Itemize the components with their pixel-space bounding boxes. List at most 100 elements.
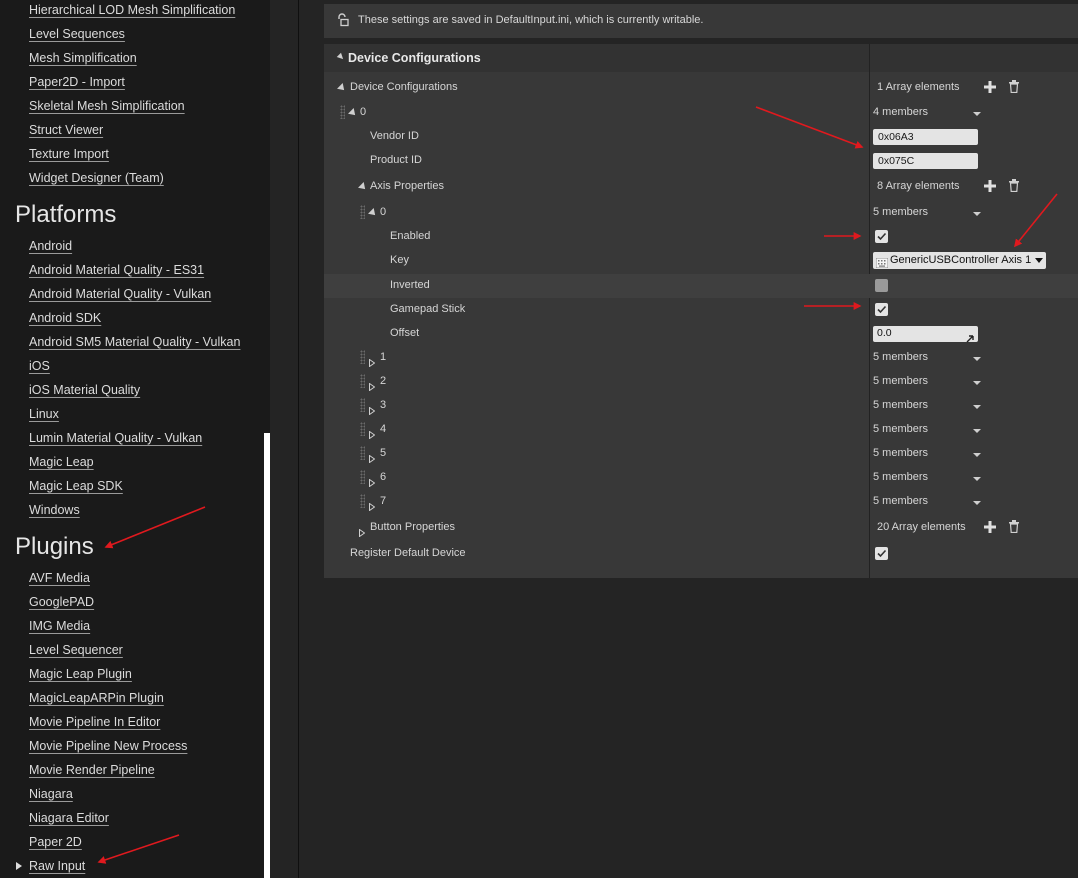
member-count: 5 members (873, 495, 929, 507)
inverted-checkbox[interactable] (875, 279, 888, 292)
sidebar-link-movie-render-pipeline[interactable]: Movie Render Pipeline (29, 761, 155, 781)
sidebar-link-movie-pipeline-new-process[interactable]: Movie Pipeline New Process (29, 737, 187, 757)
section-header[interactable]: Device Configurations (324, 44, 1078, 72)
element-index: 6 (380, 471, 387, 483)
member-count: 4 members (873, 106, 929, 118)
sidebar-link-android-mq-es31[interactable]: Android Material Quality - ES31 (29, 261, 204, 281)
collapse-arrow-icon[interactable] (336, 52, 346, 62)
sidebar-link-level-sequencer[interactable]: Level Sequencer (29, 641, 123, 661)
chevron-down-icon[interactable] (973, 501, 981, 505)
chevron-down-icon[interactable] (973, 112, 981, 116)
sidebar-link-android[interactable]: Android (29, 237, 72, 257)
trash-icon[interactable] (1008, 80, 1020, 98)
sidebar-link-paper-2d[interactable]: Paper 2D (29, 833, 82, 853)
collapse-arrow-icon[interactable] (337, 83, 347, 93)
offset-field[interactable]: 0.0 (873, 326, 978, 343)
row-enabled: Enabled (324, 225, 1078, 249)
sidebar-link-android-mq-vulkan[interactable]: Android Material Quality - Vulkan (29, 285, 211, 305)
chevron-down-icon[interactable] (973, 212, 981, 216)
array-count: 8 Array elements (877, 180, 960, 192)
collapse-arrow-icon[interactable] (348, 108, 358, 118)
element-index: 0 (360, 106, 367, 118)
collapse-arrow-icon[interactable] (368, 208, 378, 218)
sidebar-link-magic-leap-plugin[interactable]: Magic Leap Plugin (29, 665, 132, 685)
sidebar-link-magic-leap-sdk[interactable]: Magic Leap SDK (29, 477, 123, 497)
row-register-default-device: Register Default Device (324, 542, 1078, 566)
sidebar-link-struct-viewer[interactable]: Struct Viewer (29, 121, 103, 141)
register-default-device-label: Register Default Device (350, 547, 466, 559)
sidebar-link-widget-designer-team[interactable]: Widget Designer (Team) (29, 169, 164, 189)
drag-handle-icon[interactable] (360, 398, 365, 412)
sidebar-link-skeletal-mesh-simplification[interactable]: Skeletal Mesh Simplification (29, 97, 185, 117)
sidebar-link-raw-input[interactable]: Raw Input (29, 857, 85, 877)
product-id-field[interactable]: 0x075C (873, 153, 978, 169)
register-default-device-checkbox[interactable] (875, 547, 888, 560)
drag-handle-icon[interactable] (360, 494, 365, 508)
drag-handle-icon[interactable] (360, 446, 365, 460)
element-index: 2 (380, 375, 387, 387)
collapse-arrow-icon[interactable] (358, 182, 368, 192)
element-index: 5 (380, 447, 387, 459)
sidebar-link-texture-import[interactable]: Texture Import (29, 145, 109, 165)
row-axis-5: 5 5 members (324, 442, 1078, 466)
sidebar-link-paper2d-import[interactable]: Paper2D - Import (29, 73, 125, 93)
gamepad-stick-checkbox[interactable] (875, 303, 888, 316)
key-value: GenericUSBController Axis 1 (890, 254, 1032, 266)
sidebar-link-magicleaparpin-plugin[interactable]: MagicLeapARPin Plugin (29, 689, 164, 709)
add-element-icon[interactable] (984, 179, 996, 197)
drag-handle-icon[interactable] (340, 105, 345, 119)
drag-handle-icon[interactable] (360, 350, 365, 364)
row-axis-0: 0 5 members (324, 201, 1078, 225)
sidebar-link-mesh-simplification[interactable]: Mesh Simplification (29, 49, 137, 69)
chevron-down-icon[interactable] (973, 405, 981, 409)
sidebar-link-avf-media[interactable]: AVF Media (29, 569, 90, 589)
splitter[interactable] (270, 0, 299, 878)
sidebar-link-img-media[interactable]: IMG Media (29, 617, 90, 637)
vendor-id-field[interactable]: 0x06A3 (873, 129, 978, 145)
drag-handle-icon[interactable] (360, 374, 365, 388)
element-index: 1 (380, 351, 387, 363)
chevron-down-icon[interactable] (973, 453, 981, 457)
enabled-checkbox[interactable] (875, 230, 888, 243)
drag-handle-icon[interactable] (360, 470, 365, 484)
row-axis-1: 1 5 members (324, 346, 1078, 370)
sidebar-link-hlod-mesh-simplification[interactable]: Hierarchical LOD Mesh Simplification (29, 1, 235, 21)
member-count: 5 members (873, 447, 929, 459)
chevron-down-icon[interactable] (973, 357, 981, 361)
sidebar-link-windows[interactable]: Windows (29, 501, 80, 521)
sidebar-link-ios-material-quality[interactable]: iOS Material Quality (29, 381, 140, 401)
sidebar-link-android-sdk[interactable]: Android SDK (29, 309, 101, 329)
trash-icon[interactable] (1008, 179, 1020, 197)
element-index: 4 (380, 423, 387, 435)
offset-label: Offset (390, 327, 420, 339)
chevron-down-icon[interactable] (973, 381, 981, 385)
expand-arrow-icon[interactable] (369, 498, 376, 516)
sidebar-link-android-sm5-mq-vulkan[interactable]: Android SM5 Material Quality - Vulkan (29, 333, 240, 353)
chevron-down-icon[interactable] (973, 477, 981, 481)
sidebar-link-googlepad[interactable]: GooglePAD (29, 593, 94, 613)
chevron-down-icon[interactable] (973, 429, 981, 433)
chevron-down-icon (1035, 258, 1043, 263)
member-count: 5 members (873, 206, 929, 218)
sidebar-link-lumin-mq-vulkan[interactable]: Lumin Material Quality - Vulkan (29, 429, 202, 449)
add-element-icon[interactable] (984, 80, 996, 98)
key-selector[interactable]: GenericUSBController Axis 1 (873, 252, 1046, 269)
row-key: Key GenericUSBController Axis 1 (324, 249, 1078, 273)
axis-properties-label: Axis Properties (370, 180, 444, 192)
key-label: Key (390, 254, 409, 266)
sidebar-link-level-sequences[interactable]: Level Sequences (29, 25, 125, 45)
sidebar-link-niagara-editor[interactable]: Niagara Editor (29, 809, 109, 829)
trash-icon[interactable] (1008, 520, 1020, 538)
sidebar-link-niagara[interactable]: Niagara (29, 785, 73, 805)
drag-handle-icon[interactable] (360, 205, 365, 219)
element-index: 3 (380, 399, 387, 411)
add-element-icon[interactable] (984, 520, 996, 538)
expand-arrow-icon[interactable] (16, 862, 22, 870)
expand-arrow-icon[interactable] (359, 524, 366, 542)
sidebar-link-ios[interactable]: iOS (29, 357, 50, 377)
drag-handle-icon[interactable] (360, 422, 365, 436)
sidebar-link-magic-leap[interactable]: Magic Leap (29, 453, 94, 473)
sidebar-link-linux[interactable]: Linux (29, 405, 59, 425)
vendor-id-label: Vendor ID (370, 130, 419, 142)
sidebar-link-movie-pipeline-in-editor[interactable]: Movie Pipeline In Editor (29, 713, 160, 733)
